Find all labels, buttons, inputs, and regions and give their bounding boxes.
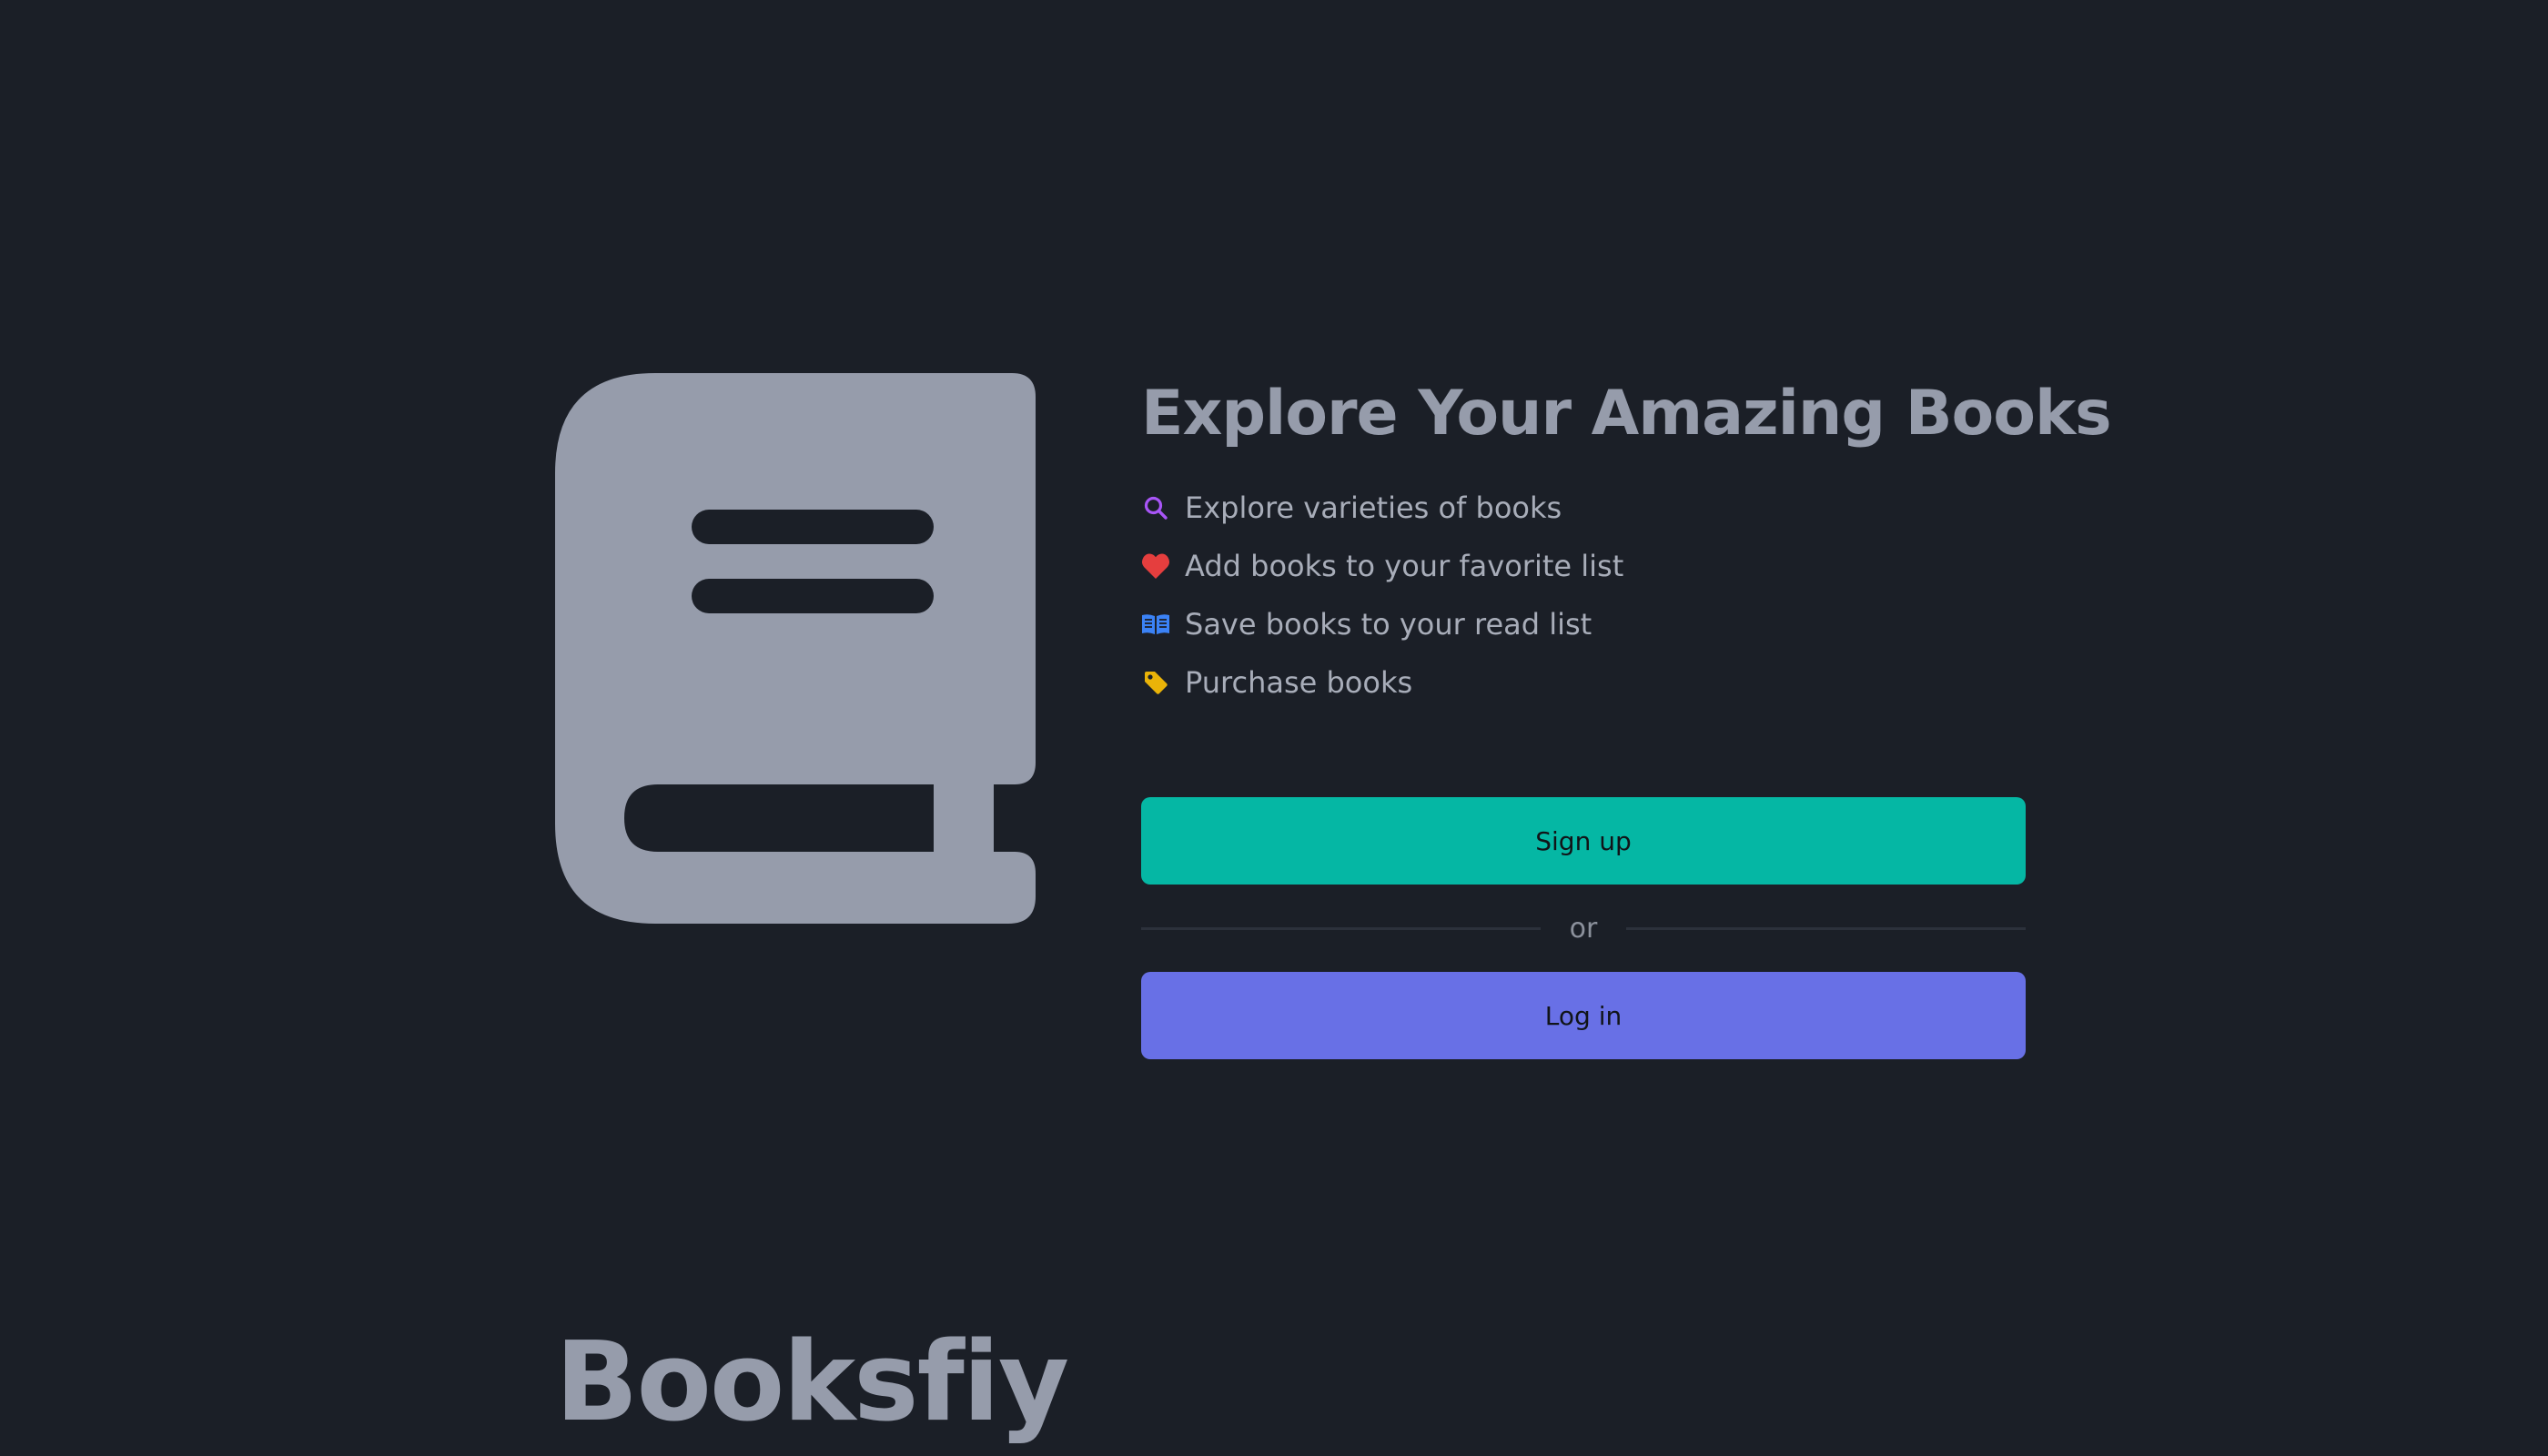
feature-list: Explore varieties of books Add books to … (1141, 479, 1623, 712)
book-icon (555, 373, 1036, 924)
brand-name: Booksfiy (555, 1320, 1069, 1446)
divider-line (1626, 926, 2027, 930)
feature-label: Purchase books (1185, 665, 1413, 700)
signup-button[interactable]: Sign up (1141, 797, 2026, 885)
open-book-icon (1141, 610, 1170, 639)
list-item: Purchase books (1141, 653, 1623, 712)
heart-icon (1141, 551, 1170, 581)
feature-label: Add books to your favorite list (1185, 549, 1624, 583)
search-icon (1141, 493, 1170, 522)
login-button[interactable]: Log in (1141, 972, 2026, 1059)
feature-label: Explore varieties of books (1185, 490, 1562, 525)
list-item: Save books to your read list (1141, 595, 1623, 653)
list-item: Add books to your favorite list (1141, 537, 1623, 595)
tag-icon (1141, 668, 1170, 697)
divider-line (1141, 926, 1541, 930)
page-title: Explore Your Amazing Books (1141, 378, 2112, 450)
feature-label: Save books to your read list (1185, 607, 1592, 642)
list-item: Explore varieties of books (1141, 479, 1623, 537)
landing-page: Booksfiy Explore Your Amazing Books Expl… (0, 0, 2548, 1446)
or-divider: or (1141, 885, 2027, 972)
divider-label: or (1569, 912, 1598, 945)
